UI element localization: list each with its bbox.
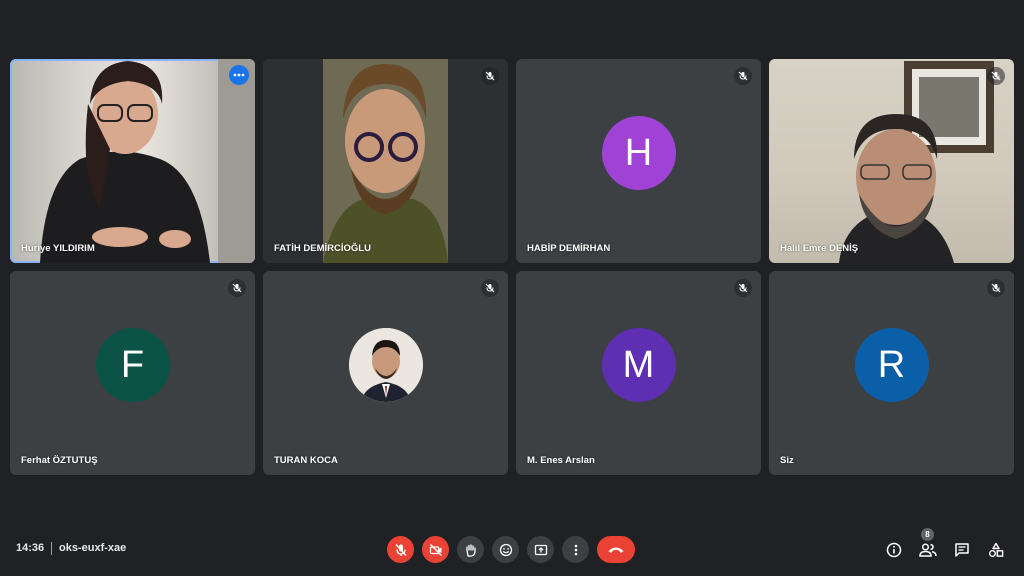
chat-icon: [955, 543, 969, 557]
participant-tile[interactable]: Huriye YILDIRIM: [10, 59, 255, 263]
people-button[interactable]: 8: [918, 528, 938, 560]
people-icon: [919, 543, 937, 557]
mic-off-icon: [987, 279, 1005, 297]
meeting-tools: 8: [884, 528, 1006, 560]
mic-off-icon: [481, 67, 499, 85]
participant-name: Halil Emre DENİŞ: [780, 243, 859, 254]
raise-hand-icon: [465, 543, 476, 557]
participant-tile[interactable]: M M. Enes Arslan: [516, 271, 761, 475]
participant-grid: Huriye YILDIRIM FATİH DEMİRCİOĞLU H HABİ…: [10, 59, 1014, 475]
people-count-badge: 8: [921, 528, 934, 541]
mic-off-icon: [481, 279, 499, 297]
mic-off-icon: [987, 67, 1005, 85]
present-screen-button[interactable]: [527, 536, 554, 563]
camera-toggle-button[interactable]: [422, 536, 449, 563]
participant-name: Siz: [780, 455, 794, 466]
chat-button[interactable]: [952, 540, 972, 560]
participant-tile[interactable]: F Ferhat ÖZTUTUŞ: [10, 271, 255, 475]
participant-tile[interactable]: R Siz: [769, 271, 1014, 475]
info-icon: [886, 542, 902, 558]
participant-name: HABİP DEMİRHAN: [527, 243, 611, 254]
meeting-time: 14:36: [16, 542, 45, 554]
meeting-code: oks-euxf-xae: [59, 542, 127, 554]
bottom-toolbar: 14:36 oks-euxf-xae 8: [0, 528, 1024, 572]
activities-button[interactable]: [986, 540, 1006, 560]
mic-off-icon: [228, 279, 246, 297]
call-controls: [387, 536, 635, 563]
mic-toggle-button[interactable]: [387, 536, 414, 563]
participant-video: [323, 59, 448, 263]
more-options-icon[interactable]: [229, 65, 249, 85]
mic-off-icon: [734, 67, 752, 85]
camera-off-icon: [429, 543, 442, 556]
mic-off-icon: [394, 543, 407, 556]
more-options-button[interactable]: [562, 536, 589, 563]
raise-hand-button[interactable]: [457, 536, 484, 563]
end-call-icon: [608, 547, 624, 553]
divider: [51, 542, 52, 555]
participant-avatar: M: [601, 328, 676, 402]
participant-name: M. Enes Arslan: [527, 455, 595, 466]
participant-avatar: H: [601, 116, 676, 190]
participant-tile[interactable]: FATİH DEMİRCİOĞLU: [263, 59, 508, 263]
participant-tile[interactable]: TURAN KOCA: [263, 271, 508, 475]
mic-off-icon: [734, 279, 752, 297]
meeting-details-button[interactable]: [884, 540, 904, 560]
participant-video: [839, 61, 994, 263]
emoji-icon: [499, 543, 512, 556]
participant-name: Ferhat ÖZTUTUŞ: [21, 455, 98, 466]
participant-name: TURAN KOCA: [274, 455, 338, 466]
present-icon: [534, 544, 547, 555]
participant-avatar: R: [854, 328, 929, 402]
participant-tile[interactable]: H HABİP DEMİRHAN: [516, 59, 761, 263]
activities-icon: [989, 542, 1004, 557]
participant-video: [40, 59, 255, 263]
participant-photo: [348, 328, 423, 402]
participant-tile[interactable]: Halil Emre DENİŞ: [769, 59, 1014, 263]
participant-name: Huriye YILDIRIM: [21, 243, 95, 254]
emoji-reaction-button[interactable]: [492, 536, 519, 563]
participant-name: FATİH DEMİRCİOĞLU: [274, 243, 371, 254]
participant-avatar: F: [95, 328, 170, 402]
end-call-button[interactable]: [597, 536, 635, 563]
more-vert-icon: [574, 544, 577, 555]
